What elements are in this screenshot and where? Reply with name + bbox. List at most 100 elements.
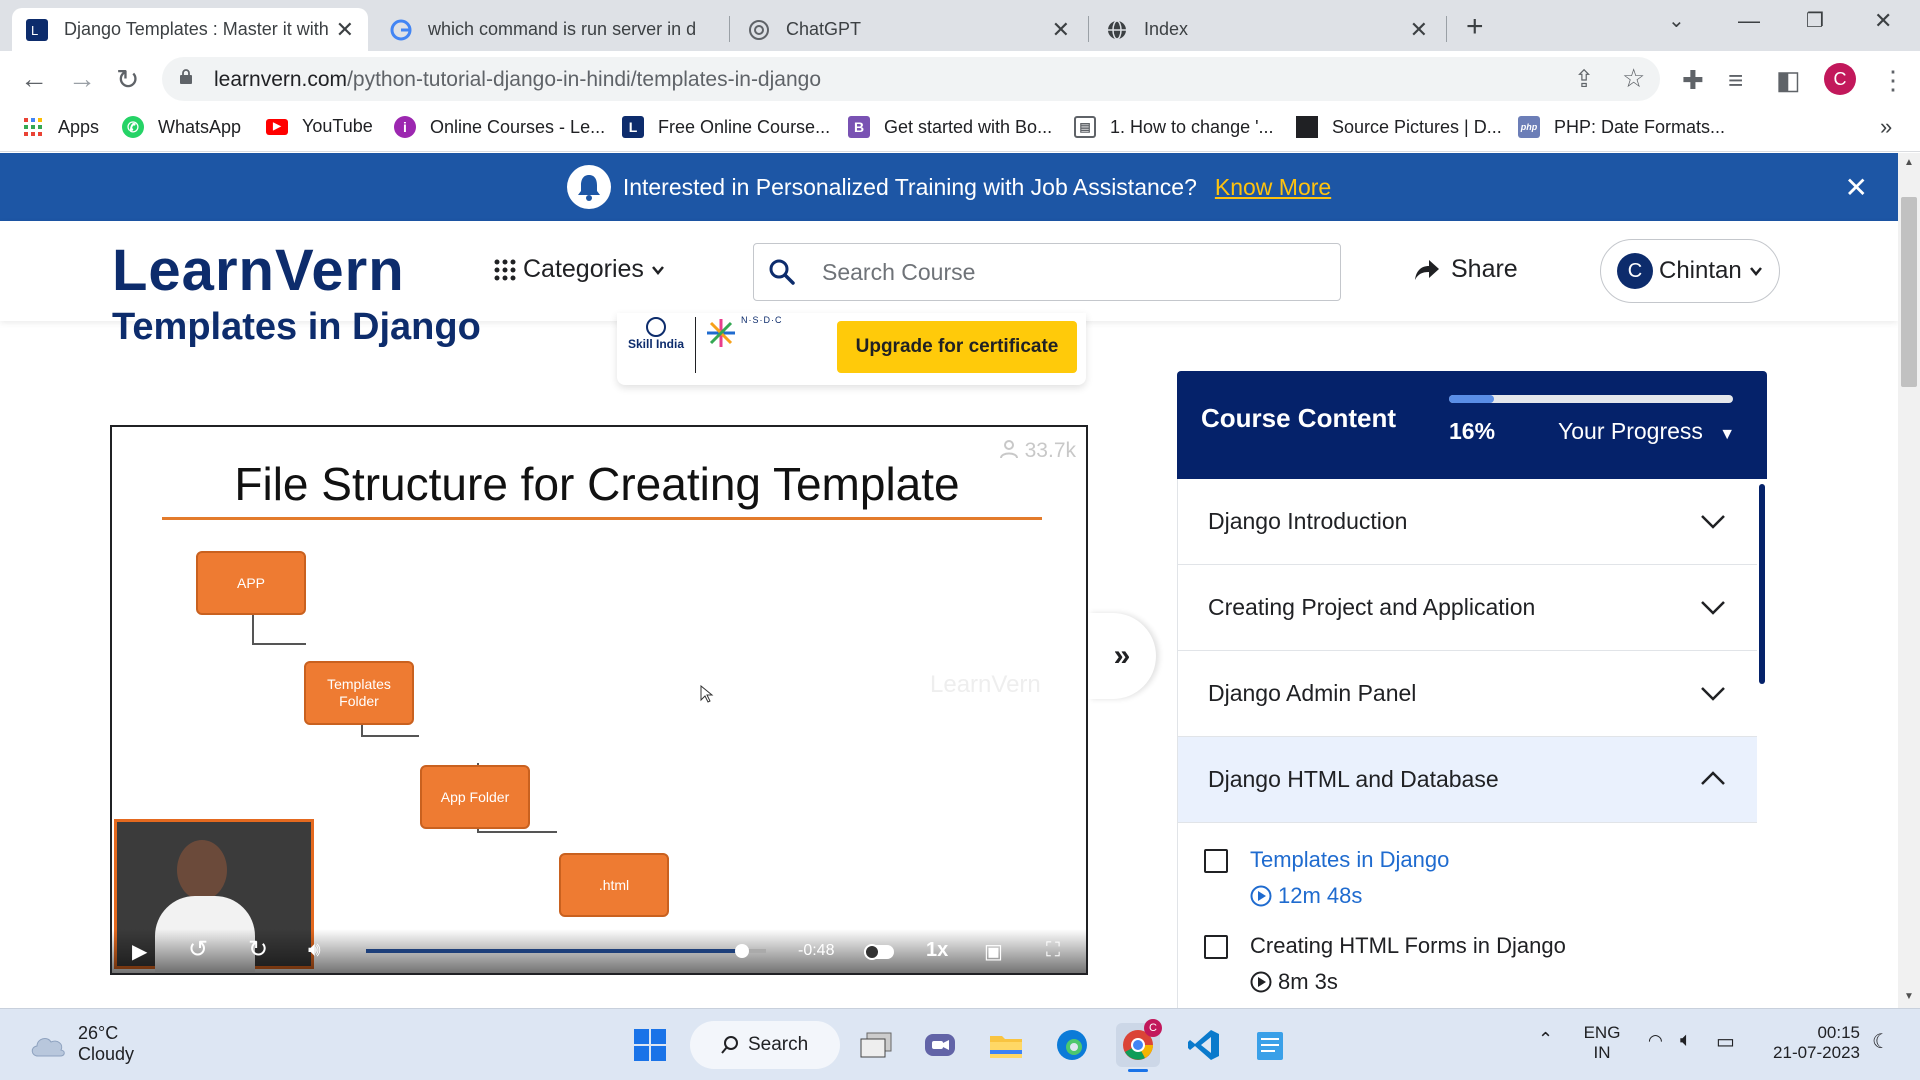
tab-index[interactable]: Index ✕ <box>1092 8 1442 51</box>
view-count-value: 33.7k <box>1024 439 1076 462</box>
bookmark-apps[interactable]: Apps <box>22 116 99 138</box>
share-page-icon[interactable]: ⇪ <box>1574 65 1594 94</box>
bookmark-label: Get started with Bo... <box>884 116 1053 137</box>
fullscreen-icon[interactable]: ⛶ <box>1046 939 1060 962</box>
scroll-up-icon[interactable]: ▲ <box>1904 157 1914 168</box>
lesson-checkbox[interactable] <box>1204 935 1228 959</box>
section-django-html-database[interactable]: Django HTML and Database <box>1177 737 1757 823</box>
video-player[interactable]: File Structure for Creating Template 33.… <box>110 425 1088 975</box>
language-indicator[interactable]: ENG IN <box>1580 1023 1624 1063</box>
bookmark-online-courses[interactable]: i Online Courses - Le... <box>394 116 605 138</box>
know-more-link[interactable]: Know More <box>1215 174 1331 201</box>
chrome-browser-icon[interactable]: C <box>1116 1019 1162 1072</box>
file-explorer-icon[interactable] <box>984 1023 1028 1067</box>
battery-icon[interactable]: ▭ <box>1716 1029 1735 1054</box>
tab-separator <box>729 16 730 42</box>
promo-banner: Interested in Personalized Training with… <box>0 153 1898 221</box>
close-tab-icon[interactable]: ✕ <box>336 17 354 43</box>
section-creating-project[interactable]: Creating Project and Application <box>1177 565 1757 651</box>
banner-close-icon[interactable]: ✕ <box>1845 171 1868 204</box>
close-tab-icon[interactable]: ✕ <box>1052 17 1070 43</box>
taskbar-search-label: Search <box>748 1034 809 1055</box>
task-view-icon[interactable] <box>854 1023 898 1067</box>
rewind-icon[interactable]: ↺ <box>188 935 208 964</box>
clock[interactable]: 00:15 21-07-2023 <box>1760 1023 1860 1063</box>
bookmark-star-icon[interactable]: ☆ <box>1622 63 1645 94</box>
notepad-icon[interactable] <box>1248 1023 1292 1067</box>
chevron-down-icon <box>1701 601 1725 615</box>
restore-icon[interactable]: ❐ <box>1806 8 1824 33</box>
bookmarks-bar: Apps ✆ WhatsApp ▶ YouTube i Online Cours… <box>0 106 1920 152</box>
skill-india-text: Skill India <box>627 337 684 351</box>
seek-bar[interactable] <box>366 944 766 958</box>
lesson-title[interactable]: Creating HTML Forms in Django <box>1250 933 1566 959</box>
taskbar-search[interactable]: Search <box>690 1021 840 1069</box>
pip-icon[interactable]: ▣ <box>984 939 1003 964</box>
tab-search-chevron-icon[interactable]: ⌄ <box>1668 8 1685 33</box>
volume-icon[interactable]: 🔊︎ <box>308 939 321 962</box>
section-django-introduction[interactable]: Django Introduction <box>1177 479 1757 565</box>
edge-browser-icon[interactable] <box>1050 1023 1094 1067</box>
lesson-checkbox[interactable] <box>1204 849 1228 873</box>
menu-kebab-icon[interactable]: ⋮ <box>1880 65 1906 96</box>
profile-avatar[interactable]: C <box>1824 63 1856 95</box>
more-bookmarks-chevron-icon[interactable]: » <box>1880 114 1892 140</box>
extensions-puzzle-icon[interactable]: ✚ <box>1682 65 1704 96</box>
search-icon[interactable] <box>768 258 796 286</box>
side-panel-icon[interactable]: ◧ <box>1776 65 1801 96</box>
forward-arrow-icon[interactable]: → <box>68 63 96 95</box>
progress-bar <box>1449 395 1733 403</box>
media-control-icon[interactable]: ≡ <box>1728 65 1743 96</box>
page-scrollbar[interactable]: ▲ ▼ <box>1898 153 1920 1008</box>
course-content-scrollbar[interactable] <box>1759 484 1765 684</box>
lesson-item-templates[interactable]: Templates in Django 12m 48s <box>1177 823 1757 913</box>
online-courses-icon: i <box>394 116 416 138</box>
playback-speed[interactable]: 1x <box>926 939 948 962</box>
lesson-item-html-forms[interactable]: Creating HTML Forms in Django 8m 3s <box>1177 913 1757 1008</box>
close-tab-icon[interactable]: ✕ <box>1410 17 1428 43</box>
bookmark-youtube[interactable]: ▶ YouTube <box>266 116 373 137</box>
address-bar[interactable]: learnvern.com/python-tutorial-django-in-… <box>162 57 1660 101</box>
vscode-icon[interactable] <box>1182 1023 1226 1067</box>
tab-django-templates[interactable]: L Django Templates : Master it with ✕ <box>12 8 368 51</box>
user-menu[interactable]: C Chintan <box>1600 239 1780 303</box>
tab-title: ChatGPT <box>786 19 862 39</box>
notification-moon-icon[interactable]: ☾ <box>1872 1029 1890 1054</box>
bookmark-how-to-change[interactable]: ▤ 1. How to change '... <box>1074 116 1274 138</box>
tab-chatgpt[interactable]: ChatGPT ✕ <box>734 8 1084 51</box>
scroll-thumb[interactable] <box>1901 197 1917 387</box>
share-button[interactable]: Share <box>1413 255 1518 284</box>
weather-widget[interactable]: 26°C Cloudy <box>28 1023 134 1065</box>
bookmark-label: YouTube <box>302 116 373 136</box>
tray-overflow-chevron-icon[interactable]: ⌃ <box>1538 1029 1553 1050</box>
bookmark-label: PHP: Date Formats... <box>1554 116 1726 137</box>
tab-google-search[interactable]: which command is run server in d <box>376 8 726 51</box>
minimize-icon[interactable]: — <box>1738 8 1760 34</box>
bookmark-php-date-formats[interactable]: php PHP: Date Formats... <box>1518 116 1725 138</box>
bookmark-whatsapp[interactable]: ✆ WhatsApp <box>122 116 241 138</box>
categories-button[interactable]: Categories <box>493 255 666 284</box>
upgrade-certificate-button[interactable]: Upgrade for certificate <box>837 321 1077 373</box>
search-course-input[interactable] <box>822 258 1322 286</box>
autoplay-toggle[interactable] <box>864 944 894 960</box>
windows-start-icon[interactable] <box>628 1023 672 1067</box>
collapse-sidebar-button[interactable]: » <box>1088 613 1156 699</box>
section-django-admin-panel[interactable]: Django Admin Panel <box>1177 651 1757 737</box>
bookmark-source-pictures[interactable]: Source Pictures | D... <box>1296 116 1502 138</box>
new-tab-plus-icon[interactable]: + <box>1466 10 1484 44</box>
lesson-title[interactable]: Templates in Django <box>1250 847 1449 873</box>
reload-icon[interactable]: ↻ <box>116 63 139 96</box>
window-close-icon[interactable]: ✕ <box>1874 8 1892 34</box>
bookmark-bootstrap[interactable]: B Get started with Bo... <box>848 116 1052 138</box>
speaker-icon[interactable]: 🔈︎ <box>1680 1029 1692 1052</box>
scroll-down-icon[interactable]: ▼ <box>1904 991 1914 1002</box>
bookmark-free-online-course[interactable]: L Free Online Course... <box>622 116 830 138</box>
learnvern-logo[interactable]: LearnVern <box>112 237 405 304</box>
seek-handle[interactable] <box>735 944 749 958</box>
back-arrow-icon[interactable]: ← <box>20 63 48 95</box>
your-progress-dropdown[interactable]: Your Progress ▼ <box>1558 418 1735 445</box>
forward-icon[interactable]: ↻ <box>248 935 268 964</box>
teams-chat-icon[interactable] <box>918 1023 962 1067</box>
play-icon[interactable]: ▶ <box>132 939 147 964</box>
wifi-icon[interactable]: ◠ <box>1648 1031 1663 1051</box>
